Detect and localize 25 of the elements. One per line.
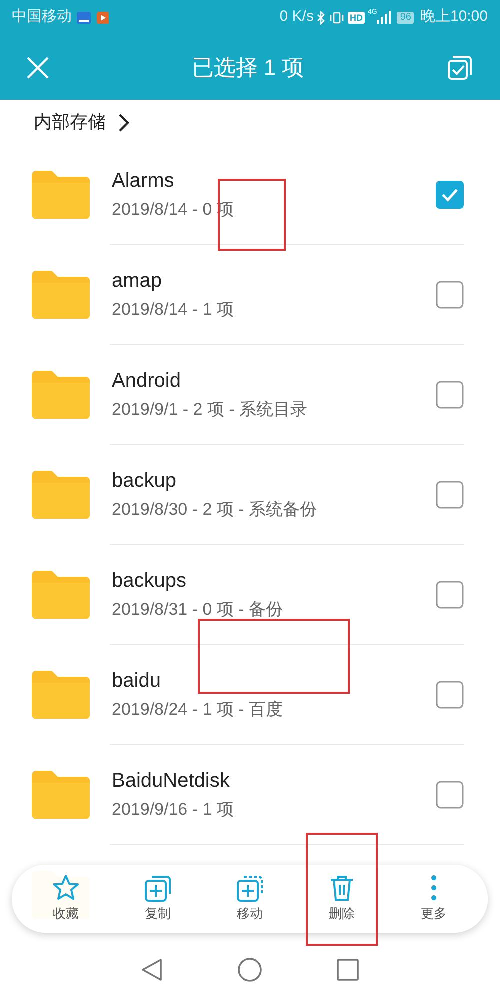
folder-details: 2019/8/30 - 2 项 - 系统备份	[112, 499, 318, 521]
folder-name: Alarms	[112, 169, 176, 194]
toolbar-button[interactable]: 复制	[128, 874, 188, 924]
header-title: 已选择 1 项	[192, 54, 304, 82]
toolbar-button[interactable]: 更多	[404, 874, 464, 924]
toolbar-button[interactable]: 移动	[220, 874, 280, 924]
folder-details: 2019/8/24 - 1 项 - 百度	[112, 699, 284, 721]
folder-details: 2019/8/14 - 1 项	[112, 299, 235, 321]
folder-name: backups	[112, 569, 188, 594]
time-label: 晚上10:00	[420, 7, 488, 28]
battery-level: 96	[397, 12, 414, 24]
folder-name: backup	[112, 469, 178, 494]
carrier-label: 中国移动	[12, 7, 72, 28]
folder-name: amap	[112, 269, 164, 294]
breadcrumb-link[interactable]: 内部存储	[34, 109, 106, 136]
hd-badge: HD	[348, 12, 365, 24]
network-speed: 0 K/s	[280, 7, 314, 28]
folder-details: 2019/8/31 - 0 项 - 备份	[112, 599, 284, 621]
toolbar-button[interactable]: 删除	[312, 874, 372, 924]
folder-name: baidu	[112, 669, 162, 694]
toolbar-button[interactable]: 收藏	[36, 874, 96, 924]
folder-details: 2019/9/16 - 1 项	[112, 799, 235, 821]
folder-name: Android	[112, 369, 182, 394]
folder-details: 2019/9/1 - 2 项 - 系统目录	[112, 399, 309, 421]
folder-name: BaiduNetdisk	[112, 769, 231, 794]
